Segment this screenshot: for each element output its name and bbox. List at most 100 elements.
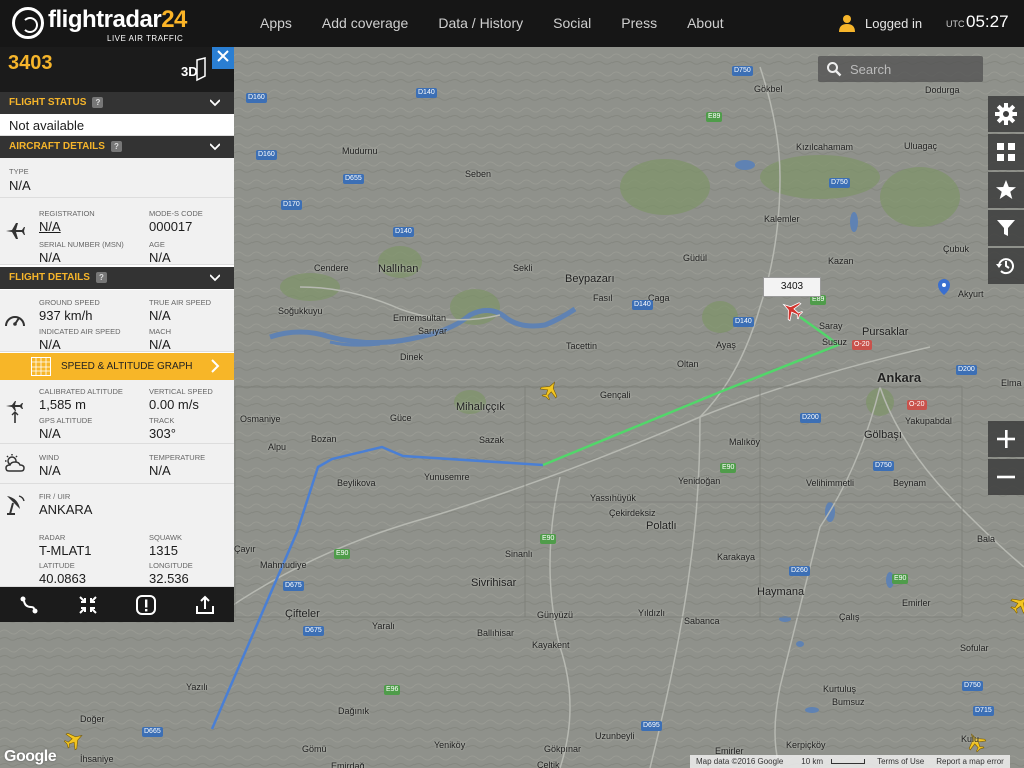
mach-value: N/A	[149, 337, 171, 352]
map-place-label: Kurtuluş	[823, 684, 857, 694]
map-place-label: Yenidoğan	[678, 476, 721, 486]
map-place-label: Uluagaç	[904, 141, 938, 151]
map-place-label: Gökbel	[754, 84, 783, 94]
road-shield: D750	[732, 66, 753, 76]
alert-button[interactable]	[117, 587, 176, 622]
google-logo[interactable]: Google	[4, 748, 57, 766]
nav-social[interactable]: Social	[538, 0, 606, 47]
map-place-label: Elma	[1001, 378, 1022, 388]
utc-clock: 05:27	[966, 12, 1009, 31]
flight-info-panel: 3403 3D FLIGHT STATUS? Not available AIR…	[0, 47, 234, 622]
login-status[interactable]: Logged in	[838, 14, 922, 32]
registration-value[interactable]: N/A	[39, 219, 61, 234]
map-place-label: Doğer	[80, 714, 105, 724]
widgets-button[interactable]	[988, 134, 1024, 170]
favorites-button[interactable]	[988, 172, 1024, 208]
map-place-label: Malıköy	[729, 437, 761, 447]
map-place-label: Mudurnu	[342, 146, 378, 156]
zoom-out-button[interactable]	[988, 459, 1024, 495]
map-place-label: Sazak	[479, 435, 505, 445]
utc-label: UTC	[946, 19, 965, 29]
airplane-icon	[6, 223, 25, 239]
map-place-label: Gençali	[600, 390, 631, 400]
speed-altitude-graph-button[interactable]: SPEED & ALTITUDE GRAPH	[0, 353, 234, 380]
map-place-label: Yunusemre	[424, 472, 470, 482]
map-place-label: Ayaş	[716, 340, 736, 350]
flight-status-row: Not available	[0, 114, 234, 136]
search-box	[818, 56, 983, 82]
nav-add-coverage[interactable]: Add coverage	[307, 0, 423, 47]
map-place-label: Çekirdeksiz	[609, 508, 656, 518]
road-shield: D140	[393, 227, 414, 237]
modes-label: MODE-S CODE	[149, 209, 203, 218]
settings-button[interactable]	[988, 96, 1024, 132]
ias-label: INDICATED AIR SPEED	[39, 327, 121, 336]
fullscreen-button[interactable]	[59, 587, 118, 622]
map-place-label: Saray	[819, 321, 843, 331]
person-icon	[839, 15, 855, 32]
true-air-speed-value: N/A	[149, 308, 171, 323]
wind-value: N/A	[39, 463, 61, 478]
share-icon	[195, 595, 214, 614]
nav-data-history[interactable]: Data / History	[423, 0, 538, 47]
3d-label: 3D	[181, 64, 198, 79]
ias-value: N/A	[39, 337, 61, 352]
flightradar24-logo[interactable]: flightradar24 LIVE AIR TRAFFIC	[10, 4, 187, 44]
serial-label: SERIAL NUMBER (MSN)	[39, 240, 124, 249]
aircraft-details-section-header[interactable]: AIRCRAFT DETAILS?	[0, 136, 234, 158]
age-value: N/A	[149, 250, 171, 265]
map-place-label: Gölbaşı	[864, 429, 902, 441]
close-panel-button[interactable]	[212, 47, 234, 69]
nav-apps[interactable]: Apps	[245, 0, 307, 47]
flight-id: 3403	[8, 52, 53, 74]
search-input[interactable]	[850, 61, 970, 77]
longitude-label: LONGITUDE	[149, 561, 193, 570]
route-button[interactable]	[0, 587, 59, 622]
map-place-label: Pursaklar	[862, 326, 909, 338]
map-place-label: Yaralı	[372, 621, 395, 631]
playback-button[interactable]	[988, 248, 1024, 284]
road-shield: E96	[384, 685, 401, 695]
map-attribution: Map data ©2016 Google 10 km Terms of Use…	[690, 755, 1010, 768]
terms-link[interactable]: Terms of Use	[871, 757, 930, 766]
grid-icon	[997, 143, 1015, 161]
map-place-label: Yazılı	[186, 682, 208, 692]
nav-about[interactable]: About	[672, 0, 739, 47]
help-icon[interactable]: ?	[110, 141, 122, 152]
map-place-label: Sarıyar	[418, 326, 448, 336]
temperature-value: N/A	[149, 463, 171, 478]
map-place-label: Emirler	[902, 598, 931, 608]
3d-view-button[interactable]: 3D	[180, 56, 208, 82]
map-place-label: Fasıl	[593, 293, 613, 303]
road-shield: E90	[720, 463, 737, 473]
ground-speed-value: 937 km/h	[39, 308, 93, 323]
graph-label: SPEED & ALTITUDE GRAPH	[61, 361, 193, 372]
map-place-label: Çifteler	[285, 608, 320, 620]
ground-speed-label: GROUND SPEED	[39, 298, 100, 307]
help-icon[interactable]: ?	[95, 272, 107, 283]
alert-icon	[136, 594, 157, 615]
close-icon	[217, 50, 229, 62]
filter-button[interactable]	[988, 210, 1024, 246]
nav-press[interactable]: Press	[606, 0, 672, 47]
mach-label: MACH	[149, 327, 172, 336]
map-place-label: Çalış	[839, 612, 860, 622]
top-navigation-bar: flightradar24 LIVE AIR TRAFFIC Apps Add …	[0, 0, 1024, 47]
zoom-in-button[interactable]	[988, 421, 1024, 457]
map-place-label: Osmaniye	[240, 414, 281, 424]
share-button[interactable]	[176, 587, 235, 622]
map-place-label: Ballıhisar	[477, 628, 515, 638]
aircraft-callsign-label[interactable]: 3403	[763, 277, 821, 297]
road-shield: E89	[706, 112, 723, 122]
report-error-link[interactable]: Report a map error	[930, 757, 1010, 766]
chevron-down-icon	[210, 143, 220, 151]
flight-details-section-header[interactable]: FLIGHT DETAILS?	[0, 267, 234, 289]
flight-status-section-header[interactable]: FLIGHT STATUS?	[0, 92, 234, 114]
map-place-label: Emremsultan	[393, 313, 447, 323]
map-place-label: Susuz	[822, 337, 848, 347]
help-icon[interactable]: ?	[92, 97, 104, 108]
aircraft-details-title: AIRCRAFT DETAILS	[9, 141, 105, 152]
fir-label: FIR / UIR	[39, 492, 71, 501]
minus-icon	[997, 475, 1015, 479]
map-place-label: Karakaya	[717, 552, 756, 562]
